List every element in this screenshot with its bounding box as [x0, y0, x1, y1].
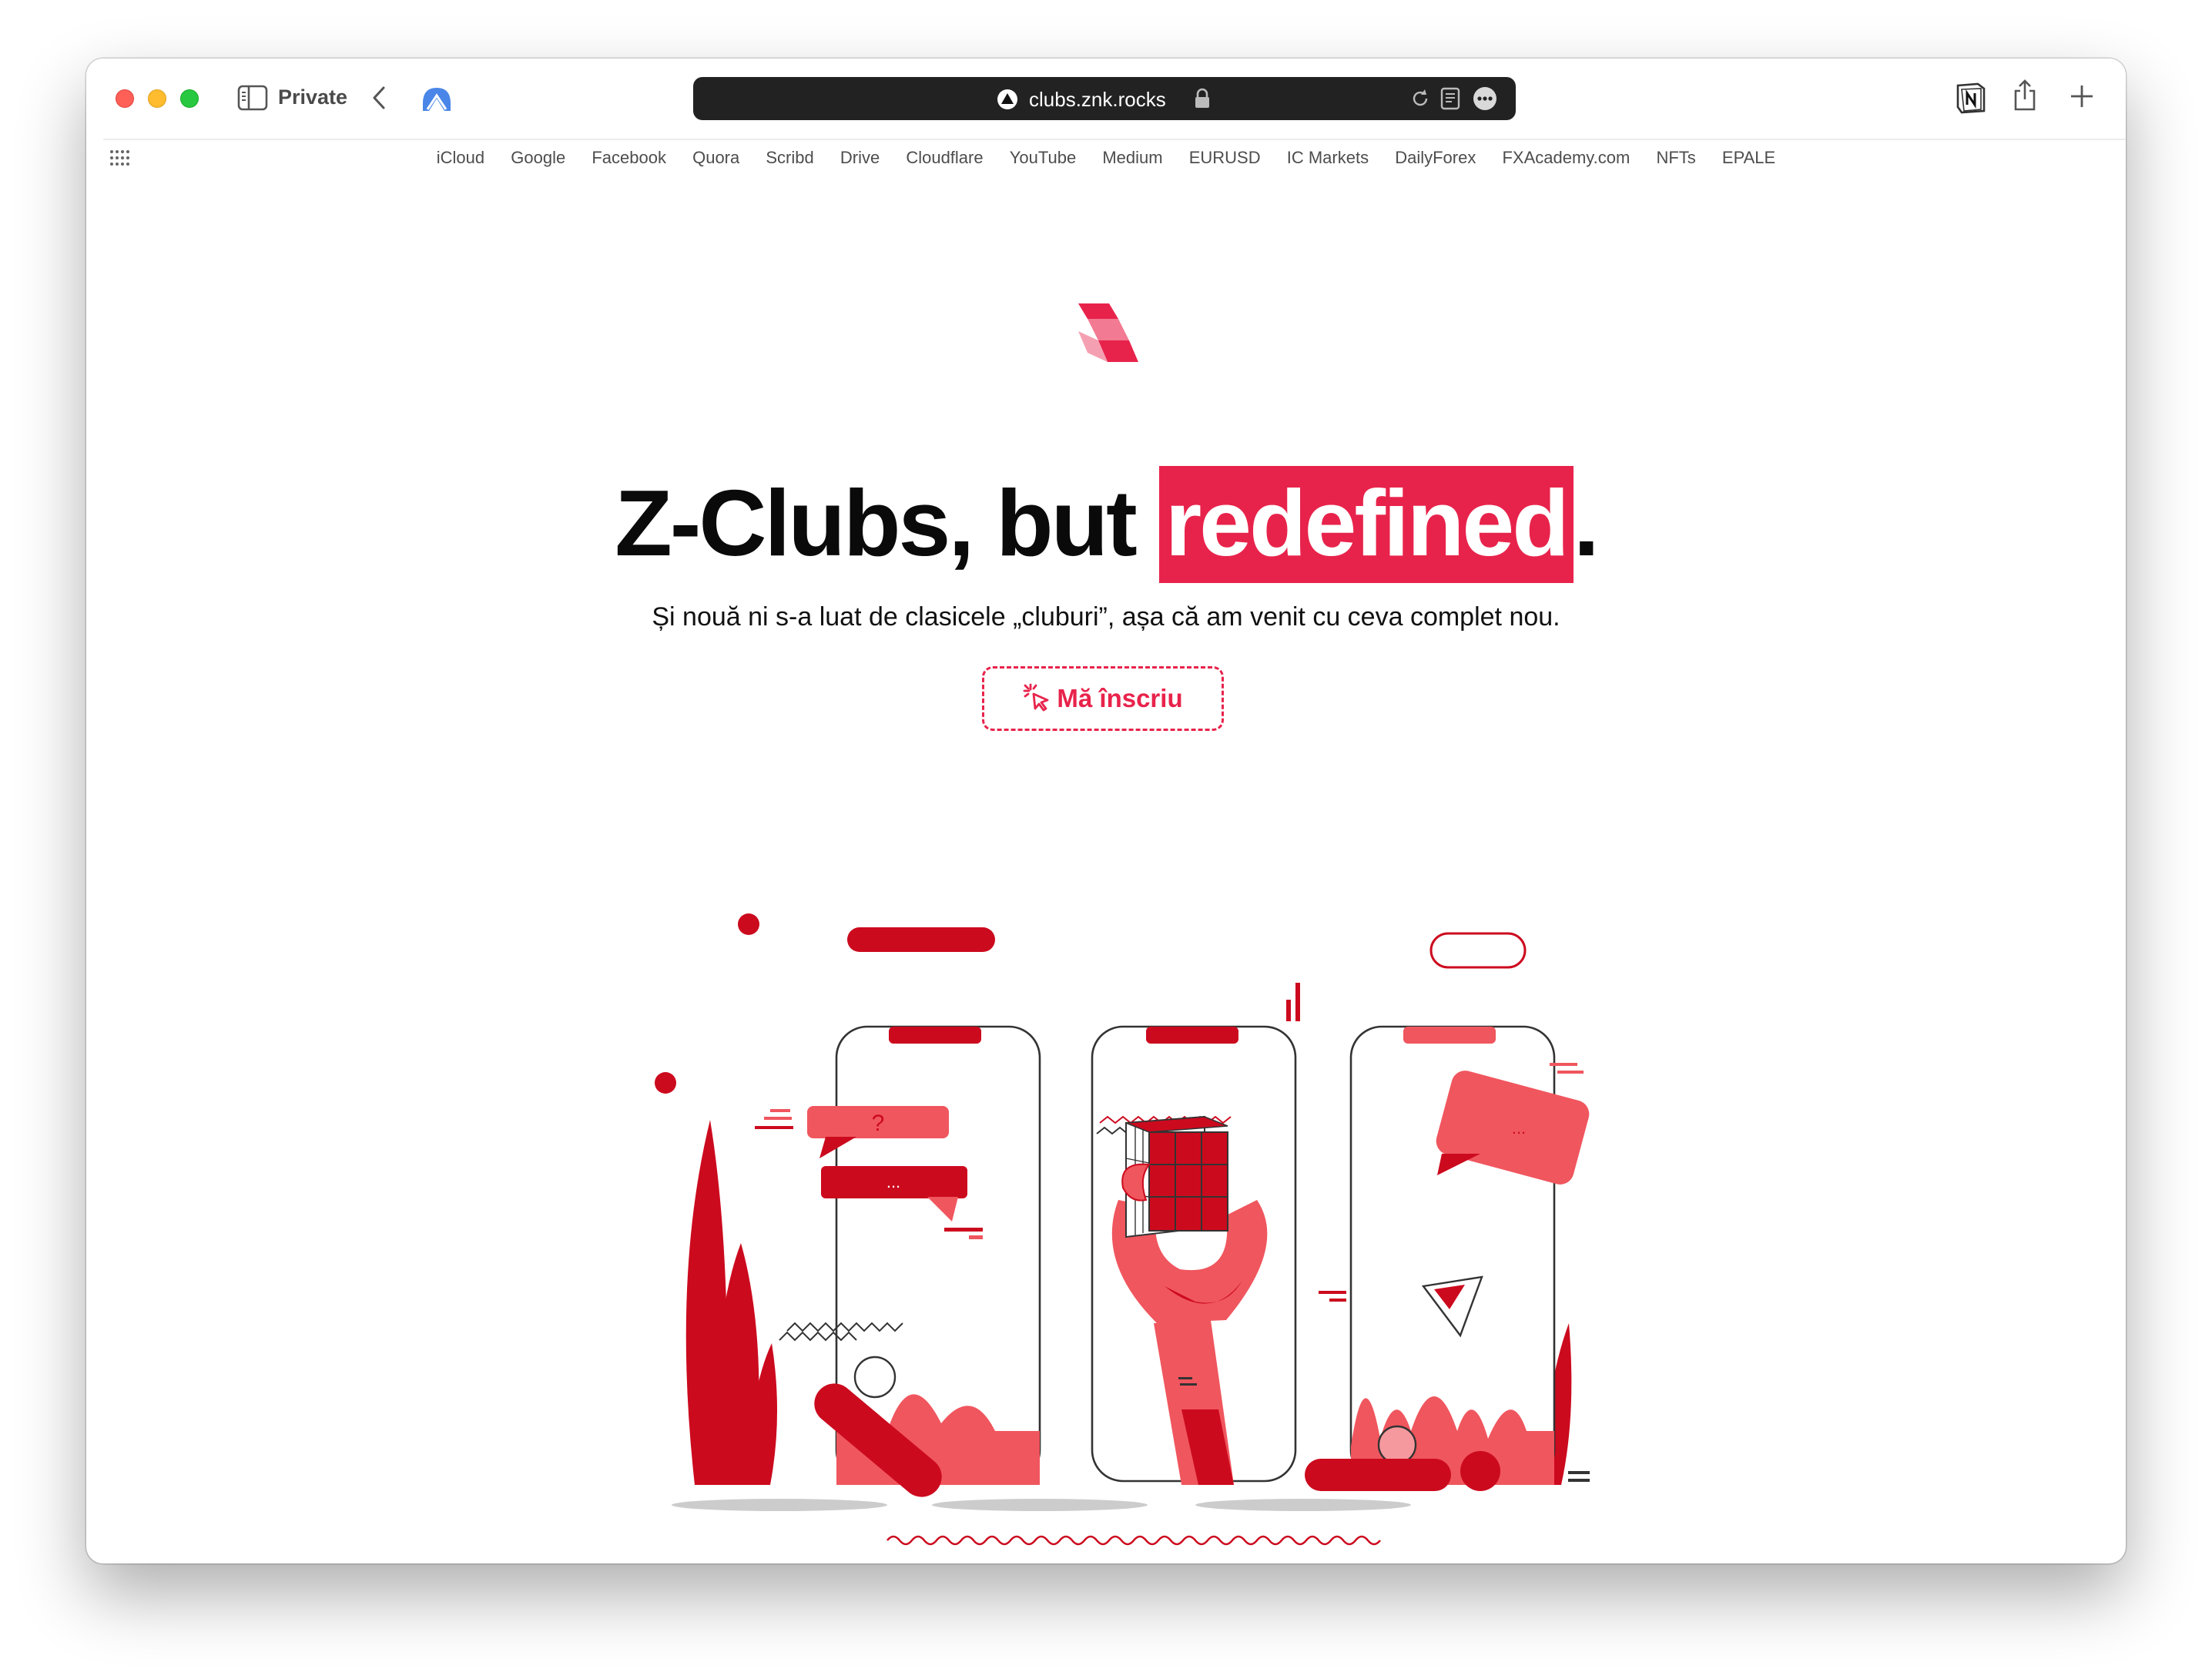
- bookmark-item[interactable]: EPALE: [1722, 148, 1775, 167]
- url-text: clubs.znk.rocks: [1029, 88, 1166, 111]
- minimize-window-button[interactable]: [148, 89, 166, 108]
- hero-illustration: ? ... ...: [655, 913, 1590, 1546]
- reload-icon[interactable]: [1409, 88, 1431, 109]
- bookmark-item[interactable]: Cloudflare: [906, 148, 983, 167]
- z-logo-icon[interactable]: [1064, 300, 1141, 370]
- zoom-window-button[interactable]: [180, 89, 199, 108]
- browser-toolbar: Private clubs.znk.rocks: [86, 59, 2126, 139]
- question-mark-text: ?: [872, 1111, 885, 1136]
- bookmark-item[interactable]: Facebook: [592, 148, 666, 167]
- cursor-click-icon: [1023, 683, 1049, 712]
- page-content: Z-Clubs, but redefined. Și nouă ni s-a l…: [86, 176, 2126, 1563]
- sidebar-icon[interactable]: [237, 85, 268, 111]
- bookmark-item[interactable]: DailyForex: [1395, 148, 1476, 167]
- share-icon[interactable]: [2012, 79, 2038, 112]
- site-icon: [997, 89, 1017, 109]
- bookmark-item[interactable]: YouTube: [1010, 148, 1076, 167]
- bookmark-item[interactable]: NFTs: [1656, 148, 1695, 167]
- close-window-button[interactable]: [116, 89, 134, 108]
- lock-icon: [1195, 88, 1209, 108]
- hero-subtitle: Și nouă ni s-a luat de clasicele „clubur…: [652, 602, 1560, 632]
- bookmark-item[interactable]: Medium: [1102, 148, 1162, 167]
- bookmark-item[interactable]: Scribd: [766, 148, 813, 167]
- favorites-bar: iCloud Google Facebook Quora Scribd Driv…: [86, 140, 2126, 176]
- bookmark-item[interactable]: iCloud: [437, 148, 484, 167]
- bookmark-item[interactable]: Quora: [692, 148, 739, 167]
- signup-button[interactable]: Mă înscriu: [982, 666, 1224, 731]
- ellipsis-text-2: ...: [1512, 1118, 1526, 1138]
- bookmark-item[interactable]: IC Markets: [1287, 148, 1369, 167]
- address-bar[interactable]: clubs.znk.rocks: [693, 77, 1516, 120]
- bookmark-list: iCloud Google Facebook Quora Scribd Driv…: [86, 148, 2126, 168]
- private-mode-label: Private: [278, 85, 348, 109]
- hero-title-text: Z-Clubs, but: [615, 471, 1159, 575]
- chevron-left-icon[interactable]: [368, 83, 390, 112]
- ellipsis-text-1: ...: [886, 1172, 900, 1191]
- notion-icon[interactable]: [1955, 82, 1987, 114]
- reader-icon[interactable]: [1440, 87, 1460, 110]
- bookmark-item[interactable]: EURUSD: [1189, 148, 1261, 167]
- more-icon[interactable]: [1473, 86, 1497, 111]
- browser-window: Private clubs.znk.rocks iCloud Google Fa…: [86, 59, 2126, 1563]
- hero-title: Z-Clubs, but redefined.: [86, 466, 2126, 583]
- hero-title-highlight: redefined: [1158, 466, 1574, 583]
- hero-title-end: .: [1573, 471, 1600, 575]
- plus-icon[interactable]: [2069, 83, 2095, 109]
- bookmark-item[interactable]: Drive: [840, 148, 880, 167]
- signup-button-label: Mă înscriu: [1057, 684, 1183, 712]
- bookmark-item[interactable]: FXAcademy.com: [1502, 148, 1630, 167]
- bookmark-item[interactable]: Google: [511, 148, 565, 167]
- extension-icon[interactable]: [421, 83, 453, 114]
